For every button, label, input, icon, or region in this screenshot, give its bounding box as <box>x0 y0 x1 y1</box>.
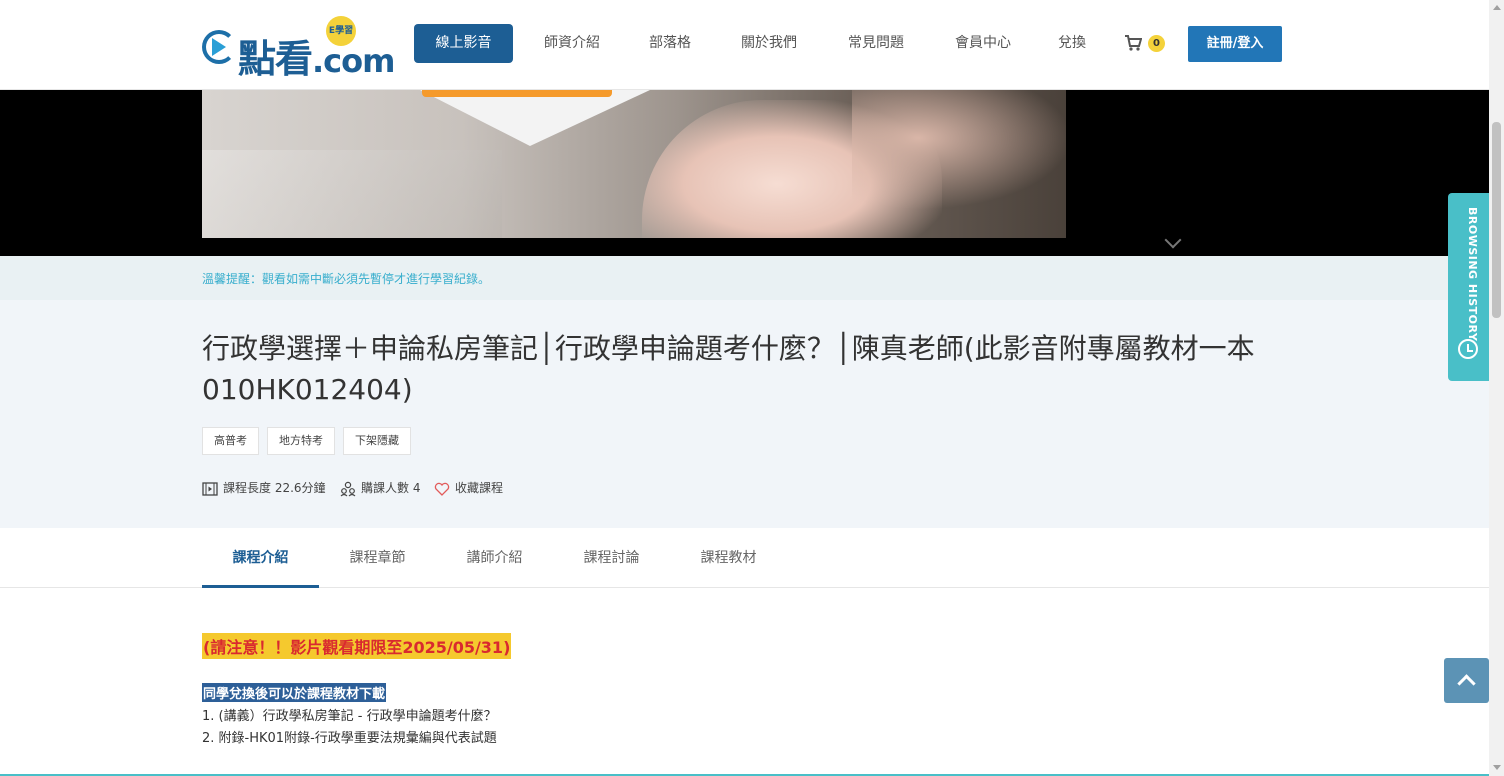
scroll-down-arrow-icon[interactable] <box>1493 765 1501 770</box>
course-title: 行政學選擇＋申論私房筆記│行政學申論題考什麼？│陳真老師(此影音附專屬教材一本0… <box>202 332 1255 406</box>
cart-button[interactable]: 0 <box>1124 34 1168 54</box>
logo-badge: E學習 <box>326 16 356 46</box>
tab-discussion[interactable]: 課程討論 <box>553 528 670 588</box>
play-icon <box>212 38 226 56</box>
course-buyers: 購課人數 4 <box>340 479 420 497</box>
site-header: 點看.com E學習 線上影音 師資介紹 部落格 關於我們 常見問題 會員中心 … <box>0 0 1489 90</box>
deadline-warning: (請注意！！影片觀看期限至2025/05/31) <box>202 633 512 659</box>
tag-item[interactable]: 高普考 <box>202 427 259 455</box>
tag-item[interactable]: 下架隱藏 <box>343 427 411 455</box>
video-thumbnail[interactable] <box>202 90 1066 238</box>
notice-text: 溫馨提醒：觀看如需中斷必須先暫停才進行學習紀錄。 <box>202 272 491 286</box>
nav-item-blog[interactable]: 部落格 <box>649 24 691 63</box>
course-tabs: 課程介紹 課程章節 講師介紹 課程討論 課程教材 <box>0 528 1489 588</box>
login-button[interactable]: 註冊/登入 <box>1188 26 1282 62</box>
back-to-top-button[interactable] <box>1444 658 1489 703</box>
cart-count-badge: 0 <box>1148 35 1165 52</box>
browsing-history-tab[interactable]: BROWSING HISTORY <box>1448 193 1489 381</box>
tab-instructor[interactable]: 講師介紹 <box>436 528 553 588</box>
tab-intro[interactable]: 課程介紹 <box>202 528 319 588</box>
nav-item-teachers[interactable]: 師資介紹 <box>544 24 600 63</box>
notice-bar: 溫馨提醒：觀看如需中斷必須先暫停才進行學習紀錄。 <box>0 256 1489 300</box>
material-item: 2. 附錄-HK01附錄-行政學重要法規彙編與代表試題 <box>202 731 497 746</box>
nav-item-redeem[interactable]: 兌換 <box>1058 24 1086 63</box>
tag-item[interactable]: 地方特考 <box>267 427 335 455</box>
nav-item-about[interactable]: 關於我們 <box>741 24 797 63</box>
nav-item-videos[interactable]: 線上影音 <box>414 24 513 63</box>
tab-chapters[interactable]: 課程章節 <box>319 528 436 588</box>
users-icon <box>340 481 356 496</box>
nav-item-member[interactable]: 會員中心 <box>955 24 1011 63</box>
download-note: 同學兌換後可以於課程教材下載 <box>202 683 387 702</box>
nav-item-faq[interactable]: 常見問題 <box>848 24 904 63</box>
tab-materials[interactable]: 課程教材 <box>670 528 787 588</box>
logo-text: 點看.com <box>238 37 395 81</box>
heart-icon <box>434 482 450 496</box>
scrollbar-thumb[interactable] <box>1492 122 1501 318</box>
page-scrollbar[interactable] <box>1489 0 1504 776</box>
site-logo[interactable]: 點看.com E學習 <box>202 16 395 81</box>
scroll-up-arrow-icon[interactable] <box>1493 5 1501 10</box>
film-icon <box>202 481 218 496</box>
course-length: 課程長度 22.6分鐘 <box>202 479 326 497</box>
material-item: 1. (講義）行政學私房筆記 - 行政學申論題考什麼？ <box>202 709 497 724</box>
video-player-area <box>0 90 1489 256</box>
cart-icon <box>1125 35 1142 51</box>
chevron-down-icon[interactable] <box>1164 231 1182 249</box>
history-clock-icon <box>1458 339 1478 359</box>
browsing-history-label: BROWSING HISTORY <box>1466 207 1479 342</box>
course-header: 行政學選擇＋申論私房筆記│行政學申論題考什麼？│陳真老師(此影音附專屬教材一本0… <box>0 300 1489 528</box>
favorite-button[interactable]: 收藏課程 <box>434 479 503 497</box>
